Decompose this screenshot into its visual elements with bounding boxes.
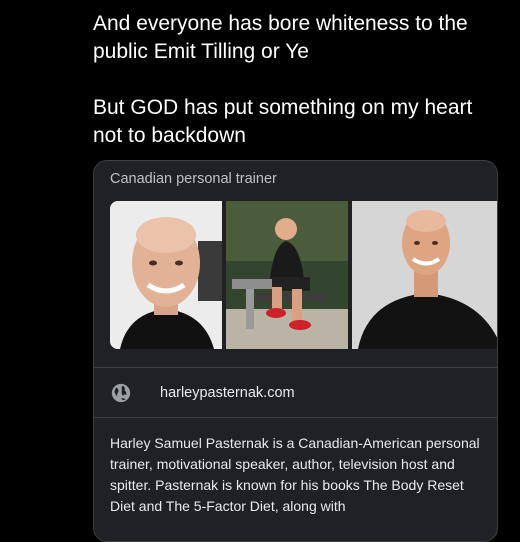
globe-icon [111, 383, 131, 403]
website-link[interactable]: harleypasternak.com [160, 385, 295, 401]
description-text: Harley Samuel Pasternak is a Canadian-Am… [110, 435, 480, 514]
trainer-photo-3[interactable] [352, 201, 497, 349]
card-subtitle: Canadian personal trainer [110, 171, 277, 187]
divider [94, 417, 497, 418]
knowledge-panel-card[interactable]: Canadian personal trainer harleypasterna… [93, 160, 498, 542]
photo-portrait [352, 201, 497, 349]
tweet-text: And everyone has bore whiteness to the p… [93, 10, 503, 150]
photo-gym [226, 201, 348, 349]
photo-headshot [110, 201, 222, 349]
image-strip [110, 201, 497, 349]
tweet-line-2: But GOD has put something on my heart no… [93, 96, 473, 147]
trainer-photo-1[interactable] [110, 201, 222, 349]
trainer-photo-2[interactable] [226, 201, 348, 349]
divider [94, 367, 497, 368]
website-row[interactable]: harleypasternak.com [110, 377, 480, 409]
tweet-line-1: And everyone has bore whiteness to the p… [93, 12, 468, 63]
